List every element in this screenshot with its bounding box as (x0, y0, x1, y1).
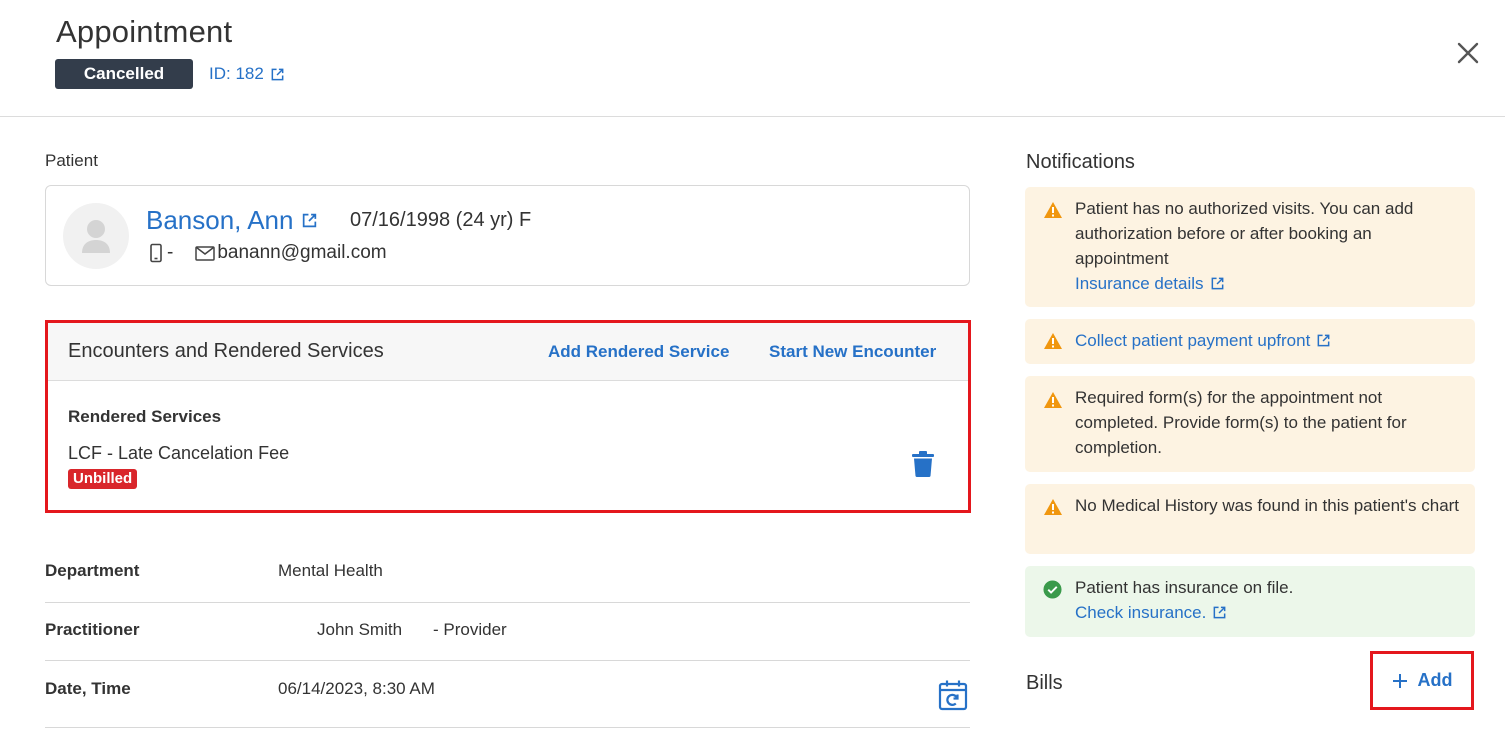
divider (45, 727, 970, 728)
datetime-value: 06/14/2023, 8:30 AM (278, 679, 435, 698)
department-value: Mental Health (278, 561, 383, 580)
encounters-header: Encounters and Rendered Services Add Ren… (48, 323, 968, 381)
notification-warning: Required form(s) for the appointment not… (1025, 376, 1475, 472)
notification-text: Patient has no authorized visits. You ca… (1075, 199, 1414, 268)
notification-text: No Medical History was found in this pat… (1075, 496, 1460, 515)
notification-warning: Collect patient payment upfront (1025, 319, 1475, 364)
rendered-services-label: Rendered Services (68, 407, 222, 426)
start-new-encounter-link[interactable]: Start New Encounter (769, 342, 936, 362)
department-label: Department (45, 561, 140, 580)
check-insurance-label: Check insurance. (1075, 603, 1207, 622)
person-icon (82, 220, 110, 253)
external-link-icon (1213, 606, 1226, 619)
notification-text: Required form(s) for the appointment not… (1075, 388, 1407, 457)
practitioner-name: John Smith (317, 620, 403, 639)
patient-name-link[interactable]: Banson, Ann (146, 205, 318, 236)
notifications-title: Notifications (1026, 151, 1135, 173)
add-bill-button[interactable]: Add (1370, 651, 1474, 710)
notification-warning: No Medical History was found in this pat… (1025, 484, 1475, 554)
patient-phone: - (167, 242, 174, 263)
collect-payment-link[interactable]: Collect patient payment upfront (1075, 328, 1331, 353)
warning-icon (1044, 392, 1062, 408)
collect-payment-label: Collect patient payment upfront (1075, 331, 1311, 350)
mail-icon (195, 245, 216, 261)
encounters-title: Encounters and Rendered Services (68, 340, 384, 362)
patient-contact: - banann@gmail.com (149, 242, 387, 264)
status-badge: Cancelled (55, 59, 193, 89)
check-insurance-link[interactable]: Check insurance. (1075, 600, 1227, 625)
warning-icon (1044, 499, 1062, 515)
practitioner-label: Practitioner (45, 620, 140, 639)
patient-dob: 07/16/1998 (24 yr) F (350, 209, 532, 231)
external-link-icon (303, 213, 317, 228)
trash-icon[interactable] (912, 451, 934, 477)
unbilled-badge: Unbilled (68, 469, 138, 489)
bills-title: Bills (1026, 672, 1063, 694)
divider (45, 660, 970, 661)
external-link-icon (271, 68, 284, 80)
check-circle-icon (1043, 580, 1062, 599)
close-icon[interactable] (1452, 37, 1484, 69)
external-link-icon (1211, 277, 1223, 290)
notification-warning: Patient has no authorized visits. You ca… (1025, 187, 1475, 307)
phone-icon (150, 243, 162, 263)
patient-section-label: Patient (45, 151, 98, 170)
appointment-header: Appointment Cancelled ID: 182 (0, 0, 1505, 117)
appointment-id-label: ID: 182 (209, 64, 264, 83)
patient-card: Banson, Ann 07/16/1998 (24 yr) F - banan… (45, 185, 970, 286)
plus-icon (1392, 673, 1407, 688)
insurance-details-label: Insurance details (1075, 274, 1204, 293)
encounters-panel: Encounters and Rendered Services Add Ren… (45, 320, 971, 513)
rendered-service-item: LCF - Late Cancelation Fee (68, 443, 290, 463)
divider (45, 602, 970, 603)
insurance-details-link[interactable]: Insurance details (1075, 271, 1225, 296)
external-link-icon (1317, 334, 1330, 347)
datetime-label: Date, Time (45, 679, 131, 698)
warning-icon (1044, 333, 1062, 349)
patient-name: Banson, Ann (146, 205, 294, 235)
appointment-id-link[interactable]: ID: 182 (209, 64, 285, 84)
calendar-reschedule-icon[interactable] (938, 679, 968, 711)
avatar (63, 203, 129, 269)
notification-success: Patient has insurance on file. Check ins… (1025, 566, 1475, 637)
notification-text: Patient has insurance on file. (1075, 578, 1294, 597)
add-bill-label: Add (1417, 670, 1453, 690)
warning-icon (1044, 202, 1062, 218)
practitioner-role: - Provider (433, 620, 507, 639)
add-rendered-service-link[interactable]: Add Rendered Service (548, 342, 729, 362)
patient-email[interactable]: banann@gmail.com (217, 242, 386, 264)
page-title: Appointment (56, 14, 233, 49)
